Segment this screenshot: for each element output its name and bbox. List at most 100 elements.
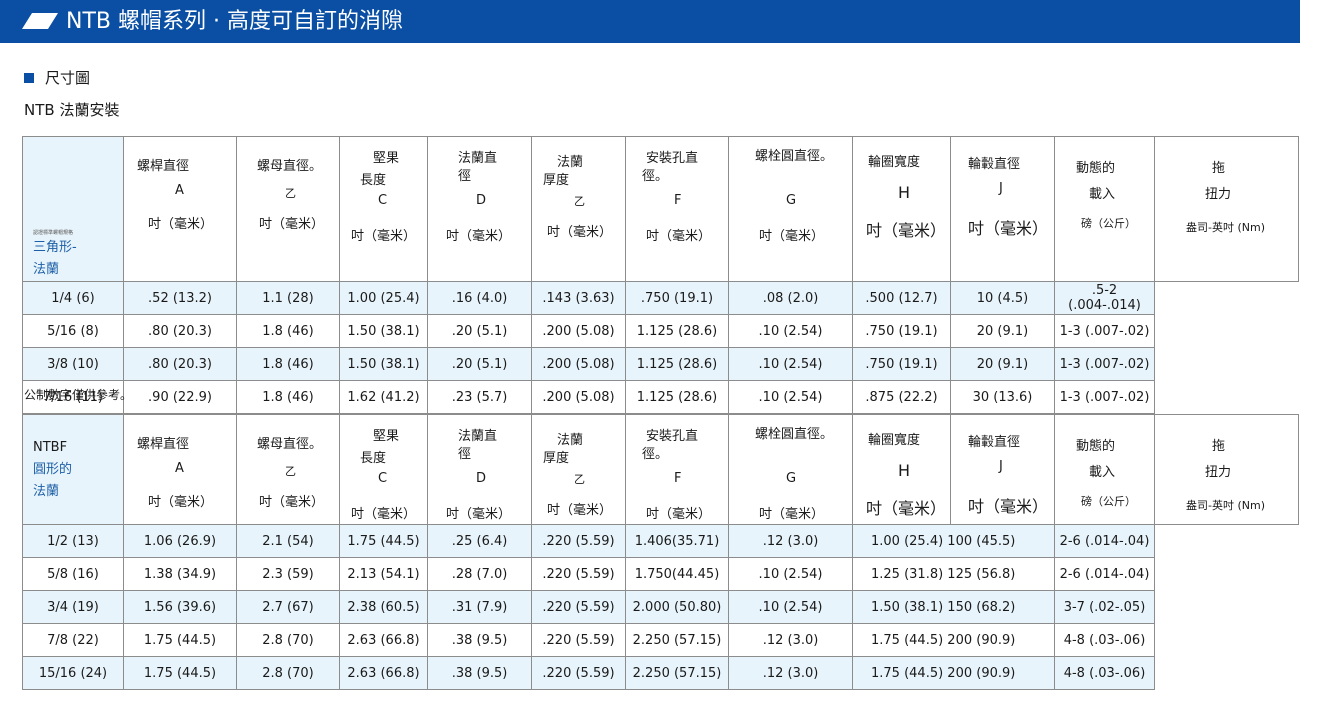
table-row: 3/4 (19) 1.56 (39.6) 2.7 (67) 2.38 (60.5) .3… xyxy=(22,590,1299,624)
table-cell: 2.1 (54) xyxy=(236,524,340,558)
table-cell: .52 (13.2) xyxy=(123,281,237,315)
table-cell: 1.125 (28.6) xyxy=(625,347,729,381)
table-cell: 1-3 (.007-.02) xyxy=(1054,380,1155,414)
table-cell: 1.50 (38.1) xyxy=(339,314,428,348)
table-cell: 2.8 (70) xyxy=(236,623,340,657)
subtitle: NTB 法蘭安裝 xyxy=(24,101,120,119)
table-cell: .80 (20.3) xyxy=(123,314,237,348)
table-cell: 20 (9.1) xyxy=(950,347,1055,381)
table-cell: 1.56 (39.6) xyxy=(123,590,237,624)
table-cell: 2.63 (66.8) xyxy=(339,656,428,690)
table-cell: 5/16 (8) xyxy=(22,314,124,348)
col-torque: 拖 扭力 盎司-英吋 (Nm) xyxy=(1154,136,1299,282)
table-cell: 1.75 (44.5) 200 (90.9) xyxy=(852,623,1055,657)
table-cell: 1.06 (26.9) xyxy=(123,524,237,558)
table-cell: .80 (20.3) xyxy=(123,347,237,381)
table-row: 7/16 (11) .90 (22.9) 1.8 (46) 1.62 (41.2) .2… xyxy=(22,380,1299,414)
table-cell: .200 (5.08) xyxy=(531,314,626,348)
col-torque: 拖 扭力 盎司-英吋 (Nm) xyxy=(1154,414,1299,525)
table-cell: 2.000 (50.80) xyxy=(625,590,729,624)
table-cell: 1.8 (46) xyxy=(236,380,340,414)
table-cell: .500 (12.7) xyxy=(852,281,951,315)
table-cell: 1.750(44.45) xyxy=(625,557,729,591)
spec-table-triangle: 認證標準螺帽規格 三角形- 法蘭 螺桿直徑 A 吋（毫米） 螺母直徑。 乙 吋（… xyxy=(22,136,1299,414)
table-cell: .10 (2.54) xyxy=(728,380,853,414)
col-f: 安裝孔直 徑。 F 吋（毫米） xyxy=(625,414,729,525)
blue-square-bullet-icon xyxy=(24,72,34,83)
table-cell: 7/8 (22) xyxy=(22,623,124,657)
table-cell: 1.62 (41.2) xyxy=(339,380,428,414)
col-load: 動態的 載入 磅（公斤） xyxy=(1054,136,1155,282)
table-cell: 1.75 (44.5) xyxy=(123,623,237,657)
table-cell: 1/2 (13) xyxy=(22,524,124,558)
table-cell: 1.38 (34.9) xyxy=(123,557,237,591)
table-cell: 1.75 (44.5) 200 (90.9) xyxy=(852,656,1055,690)
type-line2: 法蘭 xyxy=(33,483,60,499)
table-cell: 2.250 (57.15) xyxy=(625,623,729,657)
col-a: 螺桿直徑 A 吋（毫米） xyxy=(123,414,237,525)
table-cell: 1.25 (31.8) 125 (56.8) xyxy=(852,557,1055,591)
table-cell: .875 (22.2) xyxy=(852,380,951,414)
col-d: 法蘭直 徑 D 吋（毫米） xyxy=(427,136,532,282)
table-cell: 2.38 (60.5) xyxy=(339,590,428,624)
table-cell: 1.50 (38.1) 150 (68.2) xyxy=(852,590,1055,624)
table-row: 1/4 (6) .52 (13.2) 1.1 (28) 1.00 (25.4) .16 … xyxy=(22,281,1299,315)
table-cell: 1.406(35.71) xyxy=(625,524,729,558)
table-cell: .12 (3.0) xyxy=(728,623,853,657)
table-cell: 1/4 (6) xyxy=(22,281,124,315)
type-line1: 三角形- xyxy=(33,240,77,255)
table-cell: 1.00 (25.4) xyxy=(339,281,428,315)
col-b: 螺母直徑。 乙 吋（毫米） xyxy=(236,414,340,525)
table-cell: 2-6 (.014-.04) xyxy=(1054,557,1155,591)
table-row: 1/2 (13) 1.06 (26.9) 2.1 (54) 1.75 (44.5) .2… xyxy=(22,524,1299,558)
col-j: 輪轂直徑 J 吋（毫米） xyxy=(950,136,1055,282)
col-c: 堅果 長度 C 吋（毫米） xyxy=(339,414,428,525)
table-cell: 1.50 (38.1) xyxy=(339,347,428,381)
table-cell: .10 (2.54) xyxy=(728,557,853,591)
col-d: 法蘭直 徑 D 吋（毫米） xyxy=(427,414,532,525)
table-cell: 2.250 (57.15) xyxy=(625,656,729,690)
table-cell: 1.75 (44.5) xyxy=(339,524,428,558)
type-line2: 法蘭 xyxy=(33,262,60,277)
table-cell: .10 (2.54) xyxy=(728,590,853,624)
col-h: 輪圈寬度 H 吋（毫米） xyxy=(852,136,951,282)
table-cell: 2.63 (66.8) xyxy=(339,623,428,657)
type-cell: NTBF 圓形的 法蘭 xyxy=(22,414,124,525)
table-cell: 2-6 (.014-.04) xyxy=(1054,524,1155,558)
page-title: NTB 螺帽系列 · 高度可自訂的消隙 xyxy=(66,9,403,34)
table-cell: .31 (7.9) xyxy=(427,590,532,624)
table-cell: 1.8 (46) xyxy=(236,347,340,381)
table-row: 15/16 (24) 1.75 (44.5) 2.8 (70) 2.63 (66.8)… xyxy=(22,656,1299,690)
table-cell: .10 (2.54) xyxy=(728,347,853,381)
table-cell: 1.8 (46) xyxy=(236,314,340,348)
table-row: 5/8 (16) 1.38 (34.9) 2.3 (59) 2.13 (54.1) .2… xyxy=(22,557,1299,591)
metric-note: 公制數字僅供參考。 xyxy=(24,388,133,402)
table-cell: .38 (9.5) xyxy=(427,656,532,690)
table-cell: .23 (5.7) xyxy=(427,380,532,414)
table-cell: .12 (3.0) xyxy=(728,656,853,690)
table-row: 7/8 (22) 1.75 (44.5) 2.8 (70) 2.63 (66.8) .3… xyxy=(22,623,1299,657)
table-cell: .10 (2.54) xyxy=(728,314,853,348)
table-cell: 30 (13.6) xyxy=(950,380,1055,414)
col-j: 輪轂直徑 J 吋（毫米） xyxy=(950,414,1055,525)
table-cell: 1-3 (.007-.02) xyxy=(1054,347,1155,381)
table-cell: .25 (6.4) xyxy=(427,524,532,558)
type-small-text: 認證標準螺帽規格 xyxy=(33,230,74,236)
table-cell: 1.125 (28.6) xyxy=(625,380,729,414)
table-cell: 3-7 (.02-.05) xyxy=(1054,590,1155,624)
col-c: 堅果 長度 C 吋（毫米） xyxy=(339,136,428,282)
table-cell: 5/8 (16) xyxy=(22,557,124,591)
table-row: 3/8 (10) .80 (20.3) 1.8 (46) 1.50 (38.1) .20… xyxy=(22,347,1299,381)
table-cell: 3/4 (19) xyxy=(22,590,124,624)
col-g: 螺栓圓直徑。 G 吋（毫米） xyxy=(728,414,853,525)
col-g: 螺栓圓直徑。 G 吋（毫米） xyxy=(728,136,853,282)
col-e: 法蘭 厚度 乙 吋（毫米） xyxy=(531,414,626,525)
table-cell: 1.125 (28.6) xyxy=(625,314,729,348)
table-cell: .90 (22.9) xyxy=(123,380,237,414)
table-row: 5/16 (8) .80 (20.3) 1.8 (46) 1.50 (38.1) .20… xyxy=(22,314,1299,348)
type-cell: 認證標準螺帽規格 三角形- 法蘭 xyxy=(22,136,124,282)
table-cell: .750 (19.1) xyxy=(852,347,951,381)
table-cell: .200 (5.08) xyxy=(531,380,626,414)
brand-parallelogram-icon xyxy=(22,13,58,29)
table-cell: 2.13 (54.1) xyxy=(339,557,428,591)
